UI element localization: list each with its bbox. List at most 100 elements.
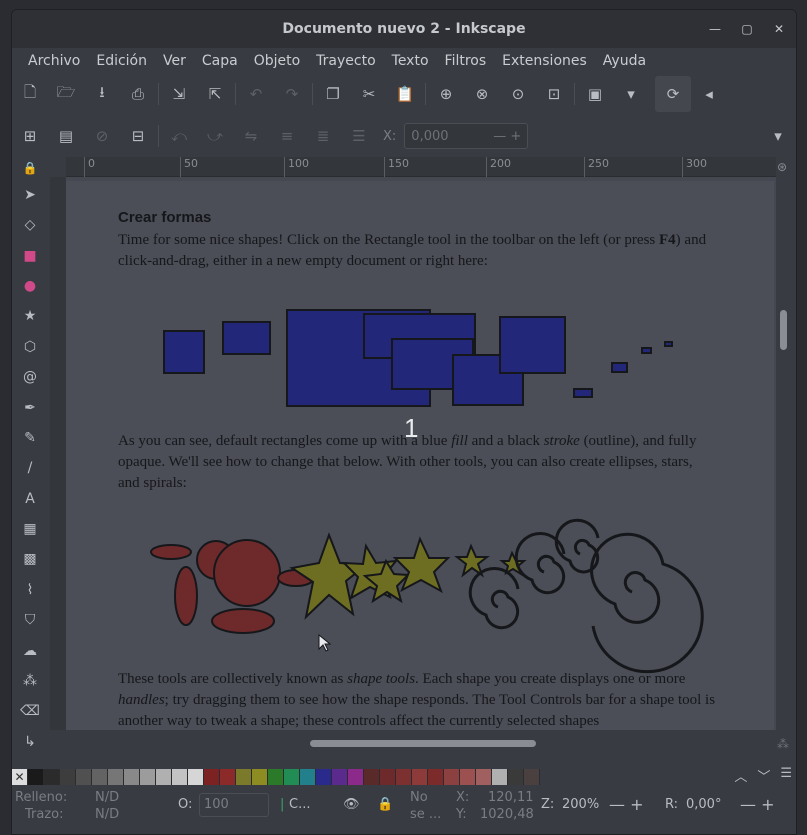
select-all-layers-icon[interactable]: ▤ <box>48 118 84 154</box>
selector-tool-icon[interactable]: ➤ <box>14 180 46 210</box>
connector-tool-icon[interactable]: ↳ <box>14 727 46 757</box>
menu-ayuda[interactable]: Ayuda <box>595 53 654 69</box>
color-swatch[interactable] <box>268 769 284 785</box>
more-options-icon[interactable]: ▾ <box>760 118 796 154</box>
pencil-tool-icon[interactable]: ✎ <box>14 423 46 453</box>
rotate-ccw-icon[interactable]: ⤺ <box>161 118 197 154</box>
close-button[interactable]: ✕ <box>768 18 790 40</box>
color-swatch[interactable] <box>92 769 108 785</box>
color-swatch[interactable] <box>108 769 124 785</box>
duplicate-icon[interactable]: ▣ <box>577 76 613 112</box>
rotation-stepper-icon[interactable]: — + <box>740 795 775 814</box>
color-swatch[interactable] <box>28 769 44 785</box>
palette-menu-icon[interactable]: ☰ <box>780 766 792 785</box>
color-swatch[interactable] <box>476 769 492 785</box>
save-icon[interactable]: ⭳ <box>84 76 120 112</box>
calligraphy-tool-icon[interactable]: / <box>14 453 46 483</box>
zoom-stepper-icon[interactable]: — + <box>609 795 644 814</box>
spiral-tool-icon[interactable]: @ <box>14 362 46 392</box>
zoom-page-icon[interactable]: ⊙ <box>500 76 536 112</box>
tweak-tool-icon[interactable]: ☁ <box>14 635 46 665</box>
color-swatch[interactable] <box>508 769 524 785</box>
stepper-icon[interactable]: — + <box>493 129 521 144</box>
palette-down-icon[interactable]: ﹀ <box>757 766 770 785</box>
open-icon[interactable]: 🗁 <box>48 76 84 112</box>
color-swatch[interactable] <box>444 769 460 785</box>
mesh-tool-icon[interactable]: ▩ <box>14 544 46 574</box>
zoom-selection-icon[interactable]: ⊕ <box>428 76 464 112</box>
color-swatch[interactable] <box>204 769 220 785</box>
layer-dropdown[interactable]: C... <box>289 797 310 812</box>
color-swatch[interactable] <box>428 769 444 785</box>
color-swatch[interactable] <box>492 769 508 785</box>
color-swatch[interactable] <box>412 769 428 785</box>
gradient-tool-icon[interactable]: ▦ <box>14 514 46 544</box>
dropdown-icon[interactable]: ▾ <box>613 76 649 112</box>
import-icon[interactable]: ⇲ <box>161 76 197 112</box>
lower-icon[interactable]: ≣ <box>305 118 341 154</box>
pen-tool-icon[interactable]: ✒ <box>14 392 46 422</box>
menu-extensiones[interactable]: Extensiones <box>494 53 595 69</box>
color-swatch[interactable] <box>220 769 236 785</box>
lock-icon[interactable]: 🔒 <box>14 157 46 180</box>
copy-icon[interactable]: ❐ <box>315 76 351 112</box>
opacity-input[interactable]: 100 <box>199 793 269 817</box>
lock-layer-icon[interactable]: 🔒 <box>377 797 393 812</box>
menu-ver[interactable]: Ver <box>155 53 194 69</box>
select-same-icon[interactable]: ⊟ <box>120 118 156 154</box>
cut-icon[interactable]: ✂ <box>351 76 387 112</box>
color-swatch[interactable] <box>364 769 380 785</box>
color-swatch[interactable] <box>156 769 172 785</box>
node-tool-icon[interactable]: ◇ <box>14 210 46 240</box>
horizontal-scrollbar[interactable] <box>310 740 536 747</box>
menu-texto[interactable]: Texto <box>384 53 437 69</box>
flip-h-icon[interactable]: ⇋ <box>233 118 269 154</box>
rotate-cw-icon[interactable]: ⤻ <box>197 118 233 154</box>
paint-bucket-tool-icon[interactable]: ⛉ <box>14 605 46 635</box>
color-swatch[interactable] <box>524 769 540 785</box>
color-swatch[interactable] <box>380 769 396 785</box>
color-swatch[interactable] <box>172 769 188 785</box>
align-icon[interactable]: ☰ <box>341 118 377 154</box>
text-tool-icon[interactable]: A <box>14 484 46 514</box>
color-swatch[interactable] <box>396 769 412 785</box>
color-swatch[interactable] <box>332 769 348 785</box>
paste-icon[interactable]: 📋 <box>387 76 423 112</box>
color-swatch[interactable] <box>236 769 252 785</box>
color-swatch[interactable] <box>188 769 204 785</box>
menu-filtros[interactable]: Filtros <box>437 53 495 69</box>
eraser-tool-icon[interactable]: ⌫ <box>14 696 46 726</box>
deselect-icon[interactable]: ⊘ <box>84 118 120 154</box>
redo-icon[interactable]: ↷ <box>274 76 310 112</box>
color-swatch[interactable] <box>348 769 364 785</box>
undo-icon[interactable]: ↶ <box>238 76 274 112</box>
select-all-icon[interactable]: ⊞ <box>12 118 48 154</box>
raise-icon[interactable]: ≡ <box>269 118 305 154</box>
rectangle-tool-icon[interactable]: ■ <box>14 241 46 271</box>
color-swatch[interactable] <box>140 769 156 785</box>
color-swatch[interactable] <box>460 769 476 785</box>
maximize-button[interactable]: ▢ <box>736 18 758 40</box>
export-icon[interactable]: ⇱ <box>197 76 233 112</box>
snap-toggle-icon[interactable]: ⟳ <box>655 76 691 112</box>
menu-trayecto[interactable]: Trayecto <box>308 53 383 69</box>
canvas-options-icon[interactable]: ⊛ <box>777 160 793 176</box>
zoom-fit-icon[interactable]: ⊡ <box>536 76 572 112</box>
ellipse-tool-icon[interactable]: ● <box>14 271 46 301</box>
vertical-scrollbar[interactable] <box>780 310 787 350</box>
x-input[interactable]: 0,000 — + <box>404 123 529 149</box>
color-swatch[interactable] <box>284 769 300 785</box>
new-document-icon[interactable]: 🗋 <box>12 76 48 112</box>
spray-tool-icon[interactable]: ⁂ <box>14 666 46 696</box>
3d-box-tool-icon[interactable]: ⬡ <box>14 332 46 362</box>
color-swatch[interactable] <box>252 769 268 785</box>
palette-up-icon[interactable]: ︿ <box>734 766 747 785</box>
color-swatch[interactable] <box>300 769 316 785</box>
color-swatch[interactable] <box>316 769 332 785</box>
zoom-value[interactable]: 200% <box>562 797 599 812</box>
color-swatch[interactable] <box>76 769 92 785</box>
dropper-tool-icon[interactable]: ⌇ <box>14 575 46 605</box>
color-swatch[interactable] <box>60 769 76 785</box>
canvas[interactable]: Crear formas Time for some nice shapes! … <box>66 177 776 730</box>
print-icon[interactable]: ⎙ <box>120 76 156 112</box>
